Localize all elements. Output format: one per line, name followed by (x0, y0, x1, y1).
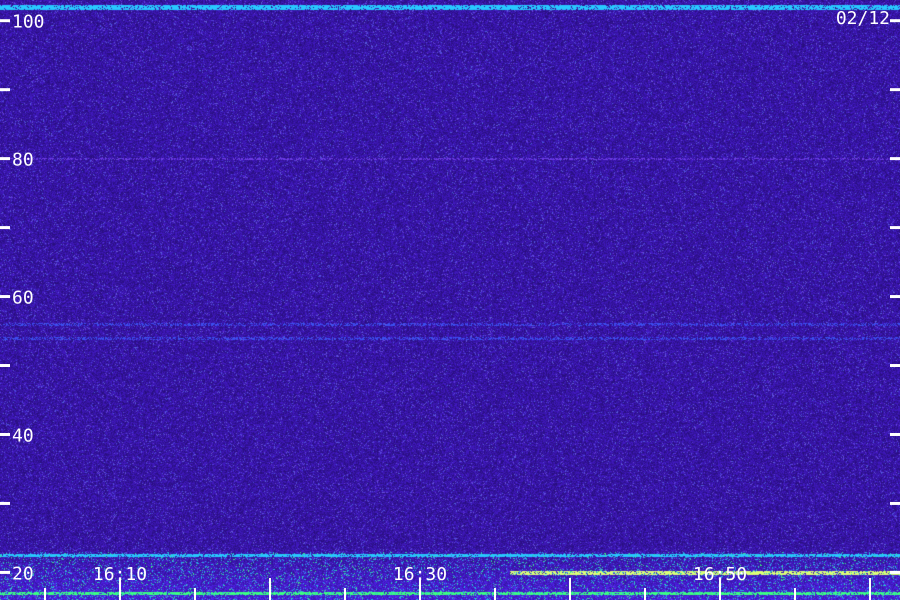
y-tick-label: 100 (12, 12, 45, 33)
x-tick-label: 16:10 (93, 564, 147, 585)
y-tick-label: 80 (12, 150, 34, 171)
date-label: 02/12 (836, 8, 890, 29)
y-tick-label: 20 (12, 563, 34, 584)
y-tick-label: 60 (12, 288, 34, 309)
y-tick-label: 40 (12, 425, 34, 446)
spectrogram-axes: 20 40 60 80 100 16:10 16:30 16:50 02/12 (0, 8, 900, 600)
y-axis: 20 40 60 80 100 (0, 12, 900, 584)
x-axis: 16:10 16:30 16:50 (44, 564, 871, 600)
x-tick-label: 16:30 (393, 564, 447, 585)
x-tick-label: 16:50 (693, 564, 747, 585)
